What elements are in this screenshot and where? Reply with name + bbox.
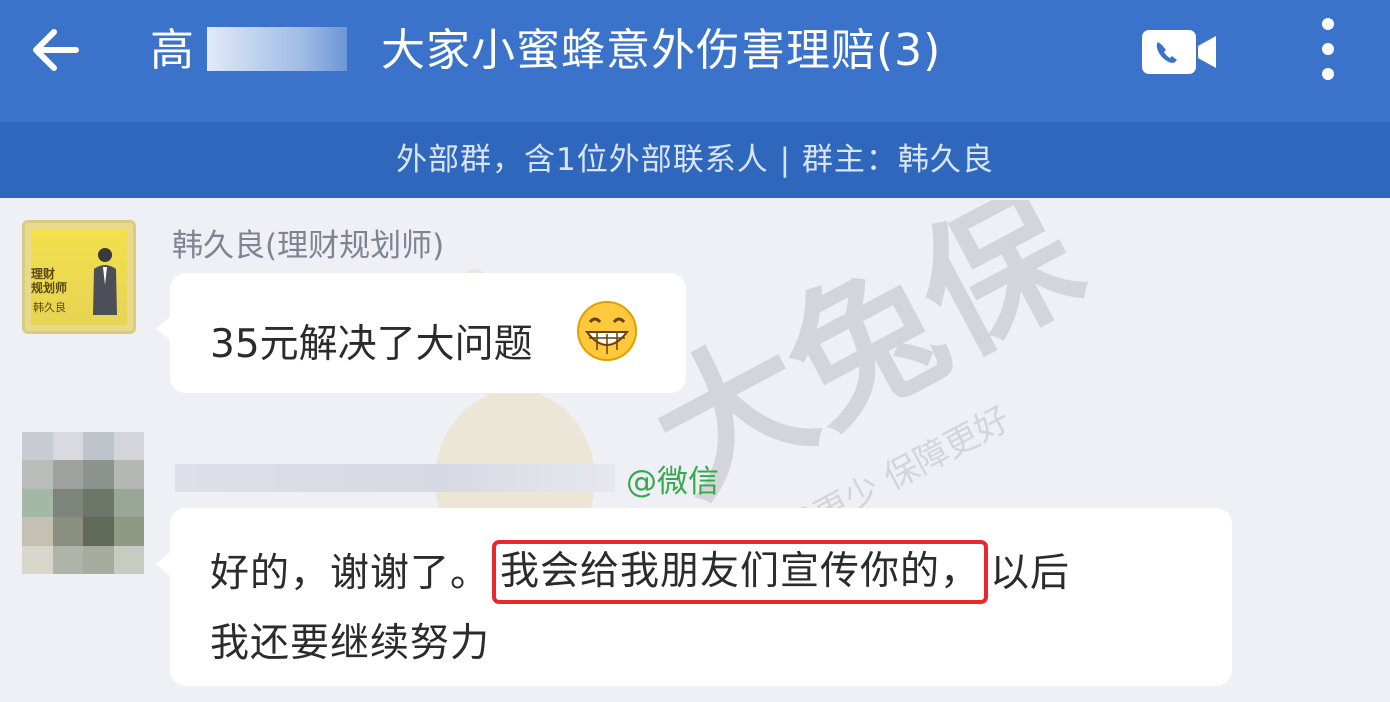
wechat-tag: @微信 (626, 464, 719, 500)
back-button[interactable] (26, 22, 86, 78)
grinning-face-icon (577, 301, 637, 361)
avatar-caption: 理财 规划师 (31, 267, 68, 295)
message-text: 35元解决了大问题 (210, 322, 533, 367)
more-vertical-icon (1322, 18, 1334, 80)
person-photo-icon (93, 248, 117, 315)
chat-title: 高 大家小蜜蜂意外伤害理赔(3) (150, 22, 941, 80)
video-call-button[interactable] (1140, 28, 1218, 76)
message-bubble[interactable]: 好的，谢谢了。 我会给我朋友们宣传你的， 以后 我还要继续努力 (156, 508, 1232, 686)
redacted-sender-name (175, 464, 615, 492)
sender-name: 韩久良(理财规划师) (172, 228, 445, 264)
avatar-redacted[interactable] (22, 432, 144, 574)
title-suffix: 大家小蜜蜂意外伤害理赔(3) (381, 25, 942, 76)
back-arrow-icon (33, 29, 79, 71)
more-options-button[interactable] (1310, 16, 1346, 82)
title-prefix: 高 (150, 25, 195, 76)
message-line: 好的，谢谢了。 我会给我朋友们宣传你的， 以后 (210, 540, 1070, 606)
video-call-icon (1142, 30, 1216, 74)
chat-header: 高 大家小蜜蜂意外伤害理赔(3) (0, 0, 1390, 122)
avatar-han[interactable]: 理财 规划师 韩久良 (22, 220, 136, 334)
redacted-name (207, 27, 347, 71)
avatar-name: 韩久良 (33, 301, 66, 314)
highlight-box: 我会给我朋友们宣传你的， (492, 540, 989, 604)
group-info-bar[interactable]: 外部群，含1位外部联系人 | 群主：韩久良 (0, 122, 1390, 198)
message-line: 我还要继续努力 (210, 621, 491, 666)
